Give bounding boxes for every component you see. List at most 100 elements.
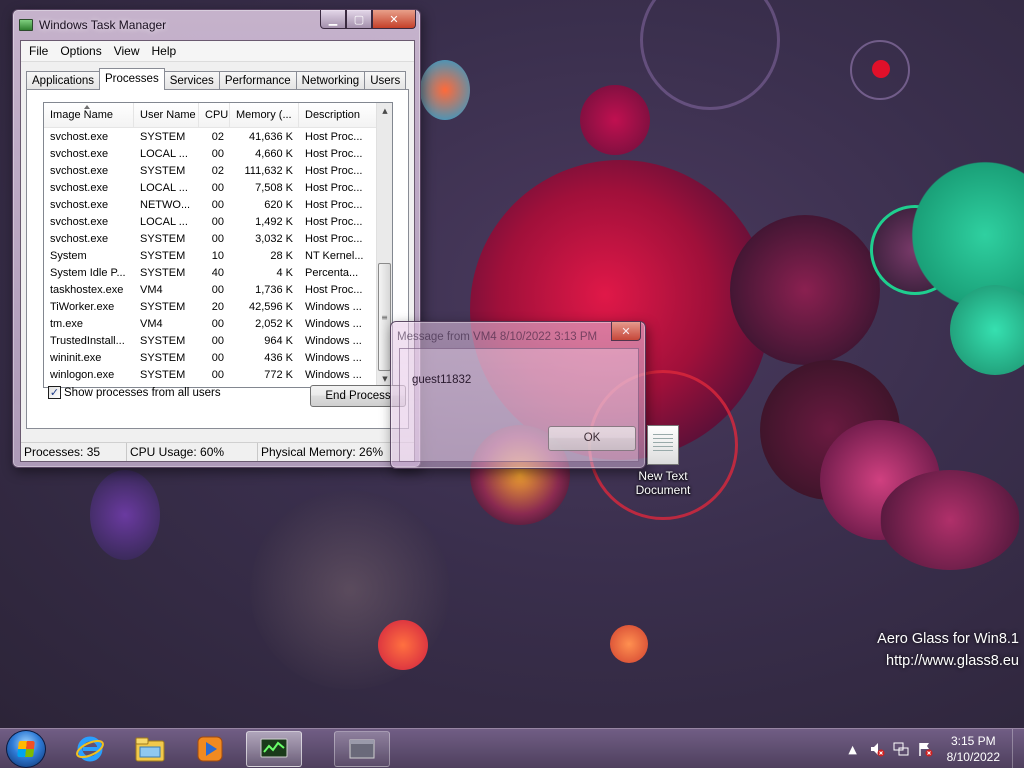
column-user-name[interactable]: User Name — [134, 103, 199, 127]
message-titlebar[interactable]: Message from VM4 8/10/2022 3:13 PM ✕ — [397, 322, 641, 348]
show-desktop-button[interactable] — [1012, 729, 1024, 768]
task-manager-window[interactable]: Windows Task Manager ▁ ▢ ✕ File Options … — [12, 9, 421, 468]
cell-description: Host Proc... — [305, 148, 363, 160]
cell-cpu: 00 — [211, 182, 224, 194]
table-row[interactable]: svchost.exe SYSTEM 02 111,632 K Host Proc... — [44, 163, 378, 180]
process-list[interactable]: Image Name User Name CPU Memory (... Des… — [43, 102, 393, 388]
cell-user-name: LOCAL ... — [140, 216, 188, 228]
cell-cpu: 02 — [211, 165, 224, 177]
cell-image-name: svchost.exe — [50, 233, 109, 245]
cell-memory: 772 K — [264, 369, 293, 381]
close-button[interactable]: ✕ — [372, 10, 416, 29]
cell-description: Host Proc... — [305, 182, 363, 194]
taskbar-message-window[interactable] — [334, 731, 390, 767]
tab-services[interactable]: Services — [163, 71, 220, 90]
wallpaper-shape — [420, 60, 470, 120]
menu-help[interactable]: Help — [146, 42, 183, 61]
tab-users[interactable]: Users — [364, 71, 407, 90]
system-clock[interactable]: 3:15 PM 8/10/2022 — [947, 733, 1000, 765]
cell-description: Percenta... — [305, 267, 359, 279]
tab-performance[interactable]: Performance — [218, 71, 297, 90]
show-all-users-label: Show processes from all users — [64, 386, 221, 399]
table-row[interactable]: System SYSTEM 10 28 K NT Kernel... — [44, 248, 378, 265]
table-row[interactable]: svchost.exe LOCAL ... 00 4,660 K Host Proc..… — [44, 146, 378, 163]
cell-cpu: 02 — [211, 131, 224, 143]
cell-description: Host Proc... — [305, 165, 363, 177]
cell-memory: 4,660 K — [255, 148, 293, 160]
cell-image-name: svchost.exe — [50, 148, 109, 160]
show-all-users-checkbox[interactable]: ✓ — [48, 386, 61, 399]
taskbar-task-manager[interactable] — [246, 731, 302, 767]
table-row[interactable]: svchost.exe LOCAL ... 00 1,492 K Host Proc..… — [44, 214, 378, 231]
column-memory[interactable]: Memory (... — [230, 103, 299, 127]
tab-applications[interactable]: Applications — [26, 71, 101, 90]
taskbar-internet-explorer[interactable] — [62, 731, 118, 767]
column-image-name[interactable]: Image Name — [44, 103, 134, 127]
message-dialog[interactable]: Message from VM4 8/10/2022 3:13 PM ✕ gue… — [390, 321, 646, 469]
volume-muted-icon[interactable] — [868, 740, 886, 758]
taskbar-media-player[interactable] — [182, 731, 238, 767]
table-row[interactable]: tm.exe VM4 00 2,052 K Windows ... — [44, 316, 378, 333]
task-manager-icon — [19, 19, 33, 31]
start-button[interactable] — [6, 730, 46, 768]
cell-image-name: svchost.exe — [50, 182, 109, 194]
menu-options[interactable]: Options — [54, 42, 107, 61]
cell-image-name: svchost.exe — [50, 216, 109, 228]
column-cpu[interactable]: CPU — [199, 103, 230, 127]
cell-cpu: 40 — [211, 267, 224, 279]
cell-memory: 28 K — [270, 250, 293, 262]
ok-button[interactable]: OK — [548, 426, 636, 451]
cell-memory: 41,636 K — [248, 131, 293, 143]
cell-image-name: taskhostex.exe — [50, 284, 124, 296]
message-close-button[interactable]: ✕ — [611, 322, 641, 341]
menu-view[interactable]: View — [108, 42, 146, 61]
cell-cpu: 00 — [211, 284, 224, 296]
taskbar-file-explorer[interactable] — [122, 731, 178, 767]
column-description[interactable]: Description — [299, 103, 377, 127]
tab-networking[interactable]: Networking — [295, 71, 366, 90]
scroll-up-arrow[interactable]: ▲ — [377, 103, 392, 119]
table-row[interactable]: TrustedInstall... SYSTEM 00 964 K Windows ..… — [44, 333, 378, 350]
show-all-users-option[interactable]: ✓ Show processes from all users — [48, 386, 221, 399]
cell-cpu: 00 — [211, 335, 224, 347]
icon-label-line1: New Text — [638, 469, 688, 483]
network-icon[interactable] — [892, 740, 910, 758]
table-row[interactable]: svchost.exe NETWO... 00 620 K Host Proc... — [44, 197, 378, 214]
table-row[interactable]: svchost.exe SYSTEM 02 41,636 K Host Proc... — [44, 129, 378, 146]
minimize-button[interactable]: ▁ — [320, 10, 346, 29]
table-row[interactable]: winlogon.exe SYSTEM 00 772 K Windows ... — [44, 367, 378, 384]
show-hidden-icons-chevron[interactable]: ▲ — [844, 740, 862, 758]
cell-user-name: LOCAL ... — [140, 182, 188, 194]
status-bar: Processes: 35 CPU Usage: 60% Physical Me… — [21, 442, 414, 461]
table-row[interactable]: wininit.exe SYSTEM 00 436 K Windows ... — [44, 350, 378, 367]
new-text-document-shortcut[interactable]: New Text Document — [628, 425, 698, 497]
message-client: guest11832 OK — [399, 348, 639, 462]
cell-user-name: SYSTEM — [140, 352, 186, 364]
table-row[interactable]: svchost.exe LOCAL ... 00 7,508 K Host Proc..… — [44, 180, 378, 197]
table-row[interactable]: svchost.exe SYSTEM 00 3,032 K Host Proc... — [44, 231, 378, 248]
wallpaper-green — [950, 285, 1024, 375]
task-manager-titlebar[interactable]: Windows Task Manager ▁ ▢ ✕ — [19, 10, 416, 36]
menu-file[interactable]: File — [23, 42, 54, 61]
cell-description: NT Kernel... — [305, 250, 364, 262]
cell-user-name: SYSTEM — [140, 301, 186, 313]
cell-user-name: SYSTEM — [140, 250, 186, 262]
cell-user-name: SYSTEM — [140, 233, 186, 245]
cell-image-name: TrustedInstall... — [50, 335, 125, 347]
cell-description: Windows ... — [305, 318, 362, 330]
cell-description: Windows ... — [305, 301, 362, 313]
cell-user-name: SYSTEM — [140, 335, 186, 347]
table-row[interactable]: taskhostex.exe VM4 00 1,736 K Host Proc... — [44, 282, 378, 299]
cell-image-name: wininit.exe — [50, 352, 102, 364]
cell-cpu: 00 — [211, 369, 224, 381]
tab-processes[interactable]: Processes — [99, 68, 165, 90]
cell-cpu: 00 — [211, 318, 224, 330]
table-row[interactable]: System Idle P... SYSTEM 40 4 K Percenta... — [44, 265, 378, 282]
maximize-button[interactable]: ▢ — [346, 10, 372, 29]
cell-image-name: svchost.exe — [50, 165, 109, 177]
wallpaper-sphere — [880, 470, 1020, 570]
action-center-flag-icon[interactable] — [916, 740, 934, 758]
table-row[interactable]: TiWorker.exe SYSTEM 20 42,596 K Windows ... — [44, 299, 378, 316]
wallpaper-sphere — [730, 215, 880, 365]
notification-area: ▲ 3:15 PM 8/10/2022 — [841, 729, 1018, 768]
